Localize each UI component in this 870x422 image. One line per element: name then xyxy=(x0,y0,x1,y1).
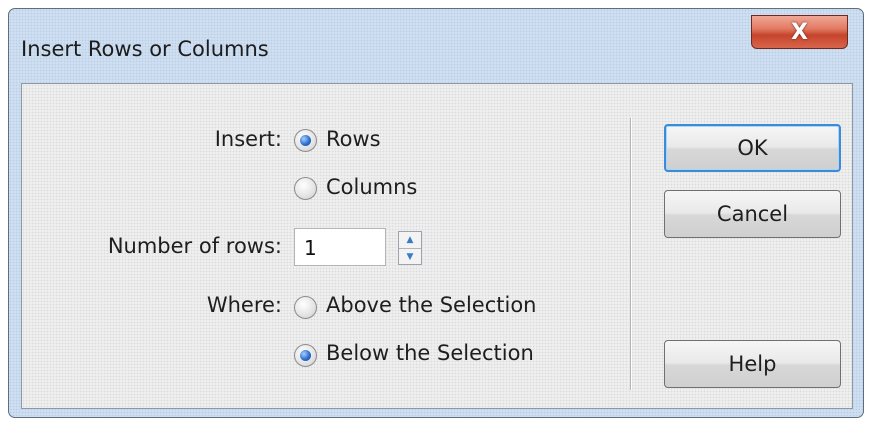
where-below-label[interactable]: Below the Selection xyxy=(326,341,534,365)
vertical-divider xyxy=(630,118,632,390)
close-button[interactable]: X xyxy=(751,15,848,49)
cancel-button[interactable]: Cancel xyxy=(664,190,841,238)
dialog-window: Insert Rows or Columns X Insert: Rows Co… xyxy=(8,8,864,418)
where-below-radio[interactable] xyxy=(294,344,317,367)
number-of-rows-input[interactable]: 1 xyxy=(294,228,386,266)
number-of-rows-spinner[interactable]: ▲ ▼ xyxy=(398,231,422,265)
dialog-body: Insert: Rows Columns Number of rows: 1 ▲… xyxy=(21,83,853,409)
where-above-label[interactable]: Above the Selection xyxy=(326,293,536,317)
insert-rows-label[interactable]: Rows xyxy=(326,127,381,151)
where-label: Where: xyxy=(206,293,282,317)
arrow-down-icon[interactable]: ▼ xyxy=(399,248,421,264)
close-icon: X xyxy=(791,19,808,45)
arrow-up-icon[interactable]: ▲ xyxy=(399,232,421,248)
insert-label: Insert: xyxy=(214,127,282,151)
insert-columns-label[interactable]: Columns xyxy=(326,175,417,199)
number-of-rows-label: Number of rows: xyxy=(107,234,282,258)
ok-button[interactable]: OK xyxy=(664,124,841,172)
where-above-radio[interactable] xyxy=(294,296,317,319)
insert-columns-radio[interactable] xyxy=(294,177,317,200)
help-button[interactable]: Help xyxy=(664,340,841,388)
window-title: Insert Rows or Columns xyxy=(21,37,269,61)
insert-rows-radio[interactable] xyxy=(294,129,317,152)
